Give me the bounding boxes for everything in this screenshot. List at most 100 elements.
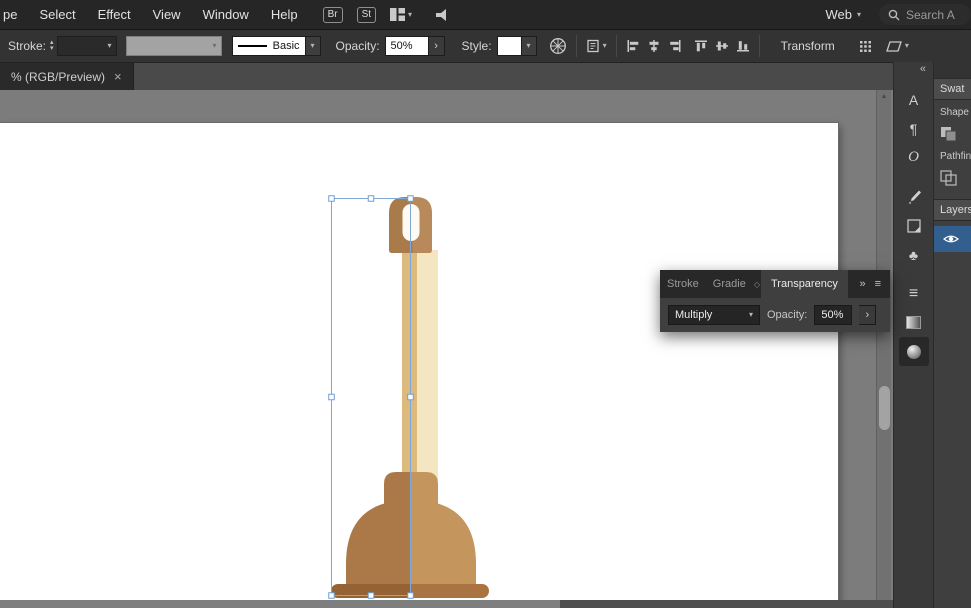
canvas-pasteboard[interactable]: ▲: [0, 90, 893, 608]
chevron-down-icon: ▾: [408, 11, 412, 19]
selection-handle-bottom-left[interactable]: [329, 593, 335, 599]
tab-layers[interactable]: Layers: [934, 199, 971, 221]
opacity-field[interactable]: 50%: [385, 36, 429, 56]
layer-visibility-eye-icon[interactable]: [943, 233, 959, 245]
pathfinder-buttons[interactable]: [940, 167, 971, 189]
pathfinders-label: Pathfin: [940, 151, 971, 162]
opacity-label: Opacity:: [336, 39, 380, 53]
brush-stroke-preview: [238, 45, 267, 47]
scroll-up-icon[interactable]: ▲: [877, 93, 891, 100]
transform-link[interactable]: Transform: [781, 39, 835, 53]
shape-mode-buttons[interactable]: [940, 123, 971, 145]
search-input[interactable]: Search A: [879, 4, 971, 25]
transparency-panel-button[interactable]: [899, 337, 929, 366]
tab-transparency[interactable]: Transparency: [761, 270, 848, 298]
control-bar: Stroke: ▴ ▾ ▾ ▾ Basic ▾ Opacity: 50% › S…: [0, 30, 971, 63]
graphic-style-chevron[interactable]: ▾: [522, 36, 537, 56]
selection-handle-middle-right[interactable]: [408, 394, 414, 400]
opacity-options-button[interactable]: ›: [429, 36, 445, 56]
selection-handle-middle-left[interactable]: [329, 394, 335, 400]
layer-row-selected[interactable]: [934, 226, 971, 252]
panel-opacity-options-button[interactable]: ›: [859, 305, 876, 325]
horizontal-scrollbar-thumb[interactable]: [0, 600, 560, 608]
vertical-scrollbar[interactable]: ▲: [876, 90, 891, 600]
brushes-panel-button[interactable]: [899, 182, 929, 211]
reference-point-selector[interactable]: [859, 40, 872, 53]
workspace-label: Web: [825, 7, 852, 22]
tab-swatches[interactable]: Swat: [934, 78, 971, 100]
menu-view[interactable]: View: [142, 7, 192, 22]
stock-button[interactable]: St: [357, 7, 376, 23]
menu-bar: pe Select Effect View Window Help Br St …: [0, 0, 971, 30]
reference-point-icon: [859, 40, 872, 53]
paragraph-icon: ¶: [910, 121, 918, 137]
align-vertical-center-icon[interactable]: [715, 39, 729, 53]
panel-opacity-label: Opacity:: [767, 309, 807, 321]
selection-handle-top-right[interactable]: [408, 196, 414, 202]
tab-gradient[interactable]: Gradie: [706, 278, 753, 290]
artboard[interactable]: [0, 123, 838, 601]
selection-handle-top-center[interactable]: [368, 196, 374, 202]
document-tab[interactable]: % (RGB/Preview) ×: [0, 63, 134, 90]
glyphs-panel-button[interactable]: O: [899, 143, 929, 172]
shear-icon: [886, 40, 902, 53]
menu-help[interactable]: Help: [260, 7, 309, 22]
arrow-right-icon: ›: [434, 40, 438, 52]
transparency-panel: Stroke Gradie ◇ Transparency » ≡ Multipl…: [660, 270, 890, 332]
document-setup-button[interactable]: ▾: [586, 39, 607, 53]
stroke-weight-stepper[interactable]: ▴ ▾: [50, 40, 54, 52]
recolor-artwork-button[interactable]: [549, 37, 567, 55]
align-top-icon[interactable]: [694, 39, 708, 53]
swatches-tab-label: Swat: [940, 83, 964, 95]
docked-panels-column: Swat Shape Pathfin Layers: [933, 62, 971, 608]
symbols-panel-button[interactable]: ♣: [899, 240, 929, 269]
panel-menu-icon[interactable]: ≡: [875, 278, 881, 290]
stepper-down-icon: ▾: [50, 46, 54, 52]
stroke-panel-button[interactable]: ≡: [899, 279, 929, 308]
stroke-weight-dropdown[interactable]: ▾: [57, 36, 117, 56]
arrange-documents-button[interactable]: ▾: [390, 8, 412, 21]
menu-effect[interactable]: Effect: [87, 7, 142, 22]
chevron-down-icon: ▾: [108, 42, 112, 50]
illustrator-window: pe Select Effect View Window Help Br St …: [0, 0, 971, 608]
share-button[interactable]: [434, 8, 450, 22]
blend-mode-dropdown[interactable]: Multiply ▾: [668, 305, 760, 325]
paragraph-panel-button[interactable]: ¶: [899, 114, 929, 143]
menu-select[interactable]: Select: [28, 7, 86, 22]
bridge-button[interactable]: Br: [323, 7, 343, 23]
document-setup-icon: [586, 39, 600, 53]
tab-separator-icon: ◇: [753, 280, 761, 289]
plunger-handle-shadow[interactable]: [416, 250, 438, 480]
panel-collapse-icon[interactable]: »: [859, 278, 865, 290]
horizontal-scrollbar[interactable]: [0, 600, 893, 608]
workspace-switcher[interactable]: Web ▾: [825, 7, 861, 22]
menu-window[interactable]: Window: [192, 7, 260, 22]
shear-options-button[interactable]: ▾: [886, 40, 909, 53]
align-right-icon[interactable]: [668, 39, 682, 53]
align-horizontal-center-icon[interactable]: [647, 39, 661, 53]
graphic-styles-icon: [907, 219, 921, 233]
graphic-style-dropdown[interactable]: [497, 36, 522, 56]
panel-opacity-value: 50%: [821, 309, 843, 321]
selection-handle-bottom-center[interactable]: [368, 593, 374, 599]
menu-type[interactable]: pe: [0, 7, 28, 22]
gradient-panel-button[interactable]: [899, 308, 929, 337]
graphic-styles-panel-button[interactable]: [899, 211, 929, 240]
selection-handle-bottom-right[interactable]: [408, 593, 414, 599]
character-panel-button[interactable]: A: [899, 85, 929, 114]
share-icon: [434, 8, 450, 22]
close-icon[interactable]: ×: [114, 69, 122, 84]
symbols-icon: ♣: [909, 247, 918, 263]
tab-stroke[interactable]: Stroke: [660, 278, 706, 290]
gradient-icon: [906, 316, 921, 329]
vertical-scrollbar-thumb[interactable]: [879, 386, 890, 430]
panel-opacity-field[interactable]: 50%: [814, 305, 852, 325]
selection-handle-top-left[interactable]: [329, 196, 335, 202]
plunger-handle-stick[interactable]: [402, 248, 417, 483]
align-bottom-icon[interactable]: [736, 39, 750, 53]
brush-definition-chevron[interactable]: ▾: [306, 36, 321, 56]
align-left-icon[interactable]: [626, 39, 640, 53]
glyphs-icon: O: [908, 149, 919, 166]
brush-definition-dropdown[interactable]: Basic: [232, 36, 306, 56]
collapse-panels-button[interactable]: «: [894, 62, 933, 79]
